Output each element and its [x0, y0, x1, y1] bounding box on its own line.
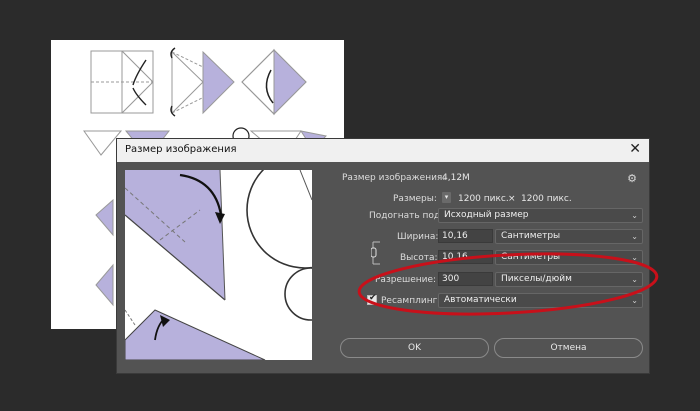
dialog-titlebar: Размер изображения ✕	[117, 139, 649, 162]
chevron-down-icon: ⌄	[631, 253, 638, 262]
fit-to-select[interactable]: Исходный размер ⌄	[438, 208, 643, 223]
dimensions-label: Размеры:	[393, 194, 437, 204]
fit-to-value: Исходный размер	[444, 210, 529, 220]
resample-select[interactable]: Автоматически ⌄	[438, 293, 643, 308]
resample-value: Автоматически	[444, 295, 517, 305]
height-unit-value: Сантиметры	[501, 252, 561, 262]
checkmark-icon: ✔	[369, 293, 377, 303]
width-unit-value: Сантиметры	[501, 231, 561, 241]
width-input[interactable]: 10,16	[438, 229, 493, 243]
dimensions-times: ×	[508, 194, 516, 204]
resolution-unit-value: Пикселы/дюйм	[501, 274, 572, 284]
resolution-input[interactable]: 300	[438, 272, 493, 286]
resolution-unit-select[interactable]: Пикселы/дюйм ⌄	[495, 272, 643, 287]
image-preview[interactable]	[125, 170, 312, 360]
chevron-down-icon[interactable]: ▾	[442, 192, 451, 203]
height-label: Высота:	[400, 253, 438, 263]
fit-to-label: Подогнать под:	[369, 211, 444, 221]
resample-label: Ресамплинг:	[381, 296, 441, 306]
height-input[interactable]: 10,16	[438, 250, 493, 264]
chevron-down-icon: ⌄	[631, 296, 638, 305]
resample-checkbox[interactable]: ✔	[367, 293, 377, 305]
gear-icon[interactable]: ⚙	[627, 172, 637, 185]
dimensions-height: 1200 пикс.	[521, 194, 572, 204]
width-label: Ширина:	[397, 232, 439, 242]
height-unit-select[interactable]: Сантиметры ⌄	[495, 250, 643, 265]
width-unit-select[interactable]: Сантиметры ⌄	[495, 229, 643, 244]
chevron-down-icon: ⌄	[631, 232, 638, 241]
cancel-button[interactable]: Отмена	[494, 338, 643, 358]
close-icon[interactable]: ✕	[629, 141, 641, 157]
resolution-label: Разрешение:	[375, 275, 437, 285]
image-size-value: 4,12M	[442, 173, 470, 183]
chevron-down-icon: ⌄	[631, 275, 638, 284]
preview-image	[125, 170, 312, 360]
image-size-dialog: Размер изображения ✕ ⚙ Размер изображени…	[116, 138, 650, 374]
dimensions-width: 1200 пикс.	[458, 194, 509, 204]
chevron-down-icon: ⌄	[631, 211, 638, 220]
dialog-title: Размер изображения	[125, 144, 237, 155]
constrain-proportions-link-icon[interactable]	[371, 240, 382, 266]
ok-button[interactable]: OK	[340, 338, 489, 358]
image-size-label: Размер изображения:	[342, 173, 446, 183]
